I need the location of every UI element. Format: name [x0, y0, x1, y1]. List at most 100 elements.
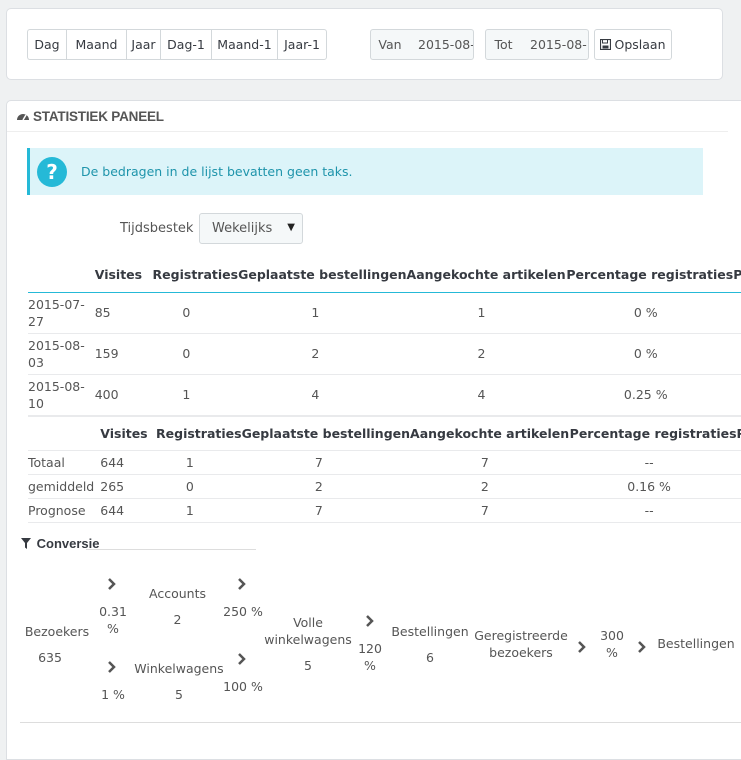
cell-items: 1	[477, 305, 486, 320]
cell-pct: 0 %	[633, 305, 658, 320]
funnel-bottom-divider	[20, 722, 741, 723]
cell-orders: 2	[238, 332, 407, 374]
row-label: Totaal	[28, 449, 101, 474]
floppy-disk-icon	[600, 39, 612, 50]
rate-carts-full: 100 %	[223, 679, 263, 694]
panel-heading: STATISTIEK PANEEL	[7, 101, 728, 132]
cell-items: 2	[410, 473, 570, 498]
rate-accounts-full: 250 %	[223, 604, 263, 619]
alert-text: De bedragen in de lijst bevatten geen ta…	[81, 164, 353, 179]
cell-visits: 400	[94, 373, 153, 415]
cell-reg: 0	[182, 305, 191, 320]
cell-items: 2	[406, 332, 567, 374]
carts-value: 5	[175, 687, 183, 702]
visitors-value: 635	[38, 650, 62, 665]
info-alert: ? De bedragen in de lijst bevatten geen …	[27, 148, 703, 195]
col-reg-pct: Percentage registraties	[566, 266, 734, 282]
col-visits: Visites	[100, 425, 148, 441]
cell-orders: 1	[311, 305, 320, 320]
cell-items: 7	[410, 449, 570, 474]
rate-carts: 1 %	[101, 687, 125, 702]
cell-items: 4	[406, 373, 567, 415]
carts-label: Winkelwagens	[134, 661, 224, 676]
panel-title: STATISTIEK PANEEL	[33, 108, 164, 124]
caret-down-icon: ▼	[287, 222, 295, 233]
chevron-right-icon	[638, 641, 646, 653]
row-label: gemiddeld	[28, 473, 101, 498]
cell-reg: 0	[152, 332, 239, 374]
period-prev-month-button[interactable]: Maand-1	[211, 29, 277, 60]
period-day-button[interactable]: Dag	[27, 29, 66, 60]
period-year-button[interactable]: Jaar	[126, 29, 160, 60]
table-header-row: Visites Registraties Geplaatste bestelli…	[28, 257, 741, 292]
summary-row: gemiddeld 265 0 2 2 0.16 %	[28, 473, 741, 498]
row-date: 2015-08- 10	[28, 373, 95, 415]
cell-pct: 0 %	[566, 332, 734, 374]
orders-value: 6	[426, 650, 434, 665]
cell-visits: 85	[94, 305, 111, 320]
chevron-right-icon	[108, 578, 116, 590]
col-reg-pct: Percentage registraties	[569, 425, 737, 441]
interval-label: Tijdsbestek	[120, 221, 194, 236]
chevron-right-icon	[108, 661, 116, 673]
chevron-right-icon	[238, 653, 246, 665]
rate-orders: 120 %	[358, 641, 382, 673]
cell-pct: --	[569, 497, 737, 522]
dashboard-icon	[17, 114, 29, 121]
orders2-label: Bestellingen	[657, 636, 735, 651]
rate-registered: 300 %	[600, 628, 624, 660]
cell-visits: 644	[100, 449, 157, 474]
to-label: Tot	[485, 29, 522, 60]
row-date: 2015-07- 27	[28, 296, 85, 329]
orders-label: Bestellingen	[391, 624, 469, 639]
accounts-label: Accounts	[149, 586, 206, 601]
row-date: 2015-08- 03	[28, 332, 95, 374]
date-toolbar: Dag Maand Jaar Dag-1 Maand-1 Jaar-1 Van …	[6, 8, 723, 80]
accounts-value: 2	[173, 612, 182, 627]
cell-orders: 7	[241, 449, 411, 474]
chevron-right-icon	[238, 578, 246, 590]
cell-orders: 2	[241, 473, 411, 498]
to-date-input[interactable]: 2015-08-	[521, 29, 589, 60]
col-orders: Geplaatste bestellingen	[238, 266, 407, 282]
period-prev-year-button[interactable]: Jaar-1	[277, 29, 327, 60]
col-registrations: Registraties	[152, 266, 239, 282]
visitors-label: Bezoekers	[24, 624, 90, 639]
question-icon: ?	[37, 156, 67, 187]
col-items: Aangekochte artikelen	[406, 266, 566, 282]
full-carts-value: 5	[304, 658, 312, 673]
col-truncated: Pe	[737, 416, 741, 450]
table-row: 2015-08- 10 400 1 4 4 0.25 %	[28, 373, 741, 415]
interval-select[interactable]: Wekelijks ▼	[199, 213, 303, 244]
col-registrations: Registraties	[156, 425, 242, 441]
cell-items: 7	[410, 497, 570, 522]
table-row: 2015-07- 27 85 0 1 1 0 %	[28, 292, 741, 333]
summary-header-row: Visites Registraties Geplaatste bestelli…	[28, 416, 741, 450]
summary-row: Totaal 644 1 7 7 --	[28, 449, 741, 474]
row-label: Prognose	[28, 497, 101, 522]
cell-reg: 0	[156, 473, 242, 498]
interval-value: Wekelijks	[212, 221, 273, 236]
from-label: Van	[370, 29, 410, 60]
save-button[interactable]: Opslaan	[594, 29, 672, 60]
filter-icon	[21, 538, 31, 549]
stats-table: Visites Registraties Geplaatste bestelli…	[28, 257, 741, 415]
cell-reg: 1	[152, 373, 239, 415]
cell-reg: 1	[156, 449, 242, 474]
col-items: Aangekochte artikelen	[410, 425, 570, 441]
period-prev-day-button[interactable]: Dag-1	[160, 29, 211, 60]
col-orders: Geplaatste bestellingen	[241, 425, 411, 441]
registered-label: Geregistreerde bezoekers	[474, 628, 568, 660]
save-label: Opslaan	[614, 37, 666, 52]
cell-reg: 1	[156, 497, 242, 522]
period-month-button[interactable]: Maand	[66, 29, 126, 60]
rate-accounts: 0.31 %	[99, 604, 127, 636]
col-visits: Visites	[94, 266, 143, 282]
cell-pct: 0.16 %	[569, 473, 737, 498]
chevron-right-icon	[366, 615, 374, 627]
from-date-input[interactable]: 2015-08-	[409, 29, 474, 60]
cell-visits: 159	[94, 332, 153, 374]
col-truncated: Pe	[733, 266, 741, 282]
summary-table: Visites Registraties Geplaatste bestelli…	[28, 415, 741, 523]
full-carts-label: Volle winkelwagens	[264, 615, 352, 647]
